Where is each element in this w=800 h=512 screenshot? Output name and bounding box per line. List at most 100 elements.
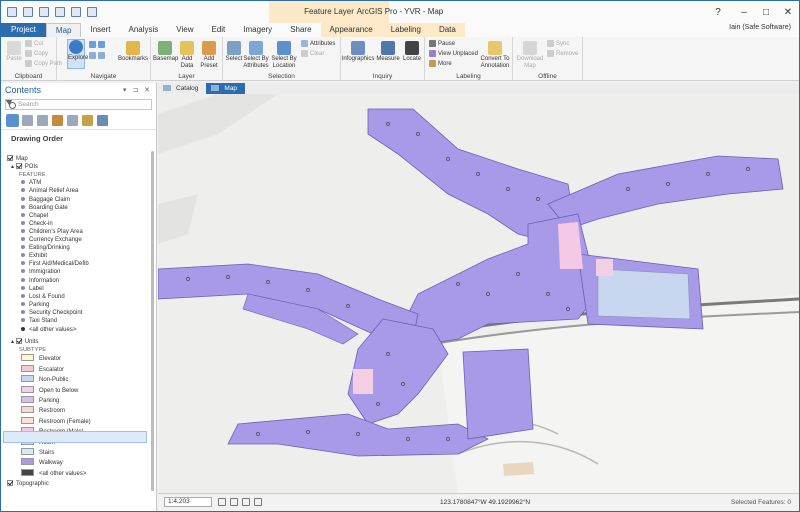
clear-button[interactable]: Clear bbox=[301, 50, 324, 57]
poi-class-item-label: Security Checkpoint bbox=[29, 309, 83, 316]
quick-access-toolbar bbox=[1, 1, 97, 23]
zoom-extent-icon[interactable] bbox=[230, 498, 238, 506]
topographic-checkbox[interactable] bbox=[7, 479, 13, 486]
refresh-icon[interactable] bbox=[254, 498, 262, 506]
select-by-location-button[interactable]: Select By Location bbox=[271, 41, 297, 70]
contents-search-input[interactable]: Search bbox=[5, 99, 152, 110]
back-forward-buttons[interactable] bbox=[89, 52, 105, 59]
poi-class-item: Immigration bbox=[21, 268, 60, 276]
map-node[interactable]: Map bbox=[7, 155, 28, 163]
minimize-icon[interactable]: – bbox=[733, 7, 755, 18]
measure-button[interactable]: Measure bbox=[375, 41, 401, 63]
unit-other-values-label: <all other values> bbox=[39, 470, 87, 477]
maximize-icon[interactable]: □ bbox=[755, 7, 777, 18]
more-button[interactable]: More bbox=[429, 60, 452, 67]
pause-button[interactable]: Pause bbox=[429, 40, 455, 47]
grid-icon[interactable] bbox=[242, 498, 250, 506]
poi-symbol-icon bbox=[21, 245, 25, 250]
add-preset-button[interactable]: Add Preset bbox=[197, 41, 221, 70]
open-project-icon[interactable] bbox=[23, 7, 33, 17]
list-by-charts-icon[interactable] bbox=[97, 115, 108, 126]
list-by-snapping-icon[interactable] bbox=[67, 115, 78, 126]
map-canvas[interactable] bbox=[158, 94, 799, 493]
download-map-button[interactable]: Download Map bbox=[515, 41, 545, 70]
unit-subtype-item-label: Non-Public bbox=[39, 377, 69, 384]
fixed-zoom-buttons[interactable] bbox=[89, 41, 105, 48]
doc-tab-map[interactable]: Map bbox=[206, 83, 246, 94]
help-button[interactable]: ? bbox=[707, 1, 729, 23]
more-icon bbox=[429, 60, 436, 67]
new-project-icon[interactable] bbox=[7, 7, 17, 17]
download-icon bbox=[523, 41, 537, 55]
user-account[interactable]: Iain (Safe Software) bbox=[729, 24, 791, 31]
list-by-source-icon[interactable] bbox=[22, 115, 33, 126]
selection-group-label: Selection bbox=[268, 73, 295, 80]
remove-button[interactable]: Remove bbox=[547, 50, 578, 57]
units-checkbox[interactable] bbox=[15, 338, 22, 345]
convert-label: Convert To Annotation bbox=[480, 56, 510, 69]
tab-appearance[interactable]: Appearance bbox=[320, 23, 382, 37]
selection-group: Select Select By Attributes Select By Lo… bbox=[223, 37, 341, 81]
pois-checkbox[interactable] bbox=[15, 163, 22, 170]
basemap-icon bbox=[158, 41, 172, 55]
unit-subtype-item: Walkway bbox=[21, 458, 63, 466]
undo-icon[interactable] bbox=[55, 7, 65, 17]
convert-to-annotation-button[interactable]: Convert To Annotation bbox=[479, 41, 511, 70]
tab-analysis[interactable]: Analysis bbox=[119, 23, 167, 37]
tab-edit[interactable]: Edit bbox=[202, 23, 234, 37]
tab-imagery[interactable]: Imagery bbox=[234, 23, 281, 37]
attributes-button[interactable]: Attributes bbox=[301, 40, 335, 47]
pois-layer[interactable]: ▴ POIs bbox=[11, 163, 38, 171]
scale-selector[interactable]: 1:4,203 bbox=[164, 497, 212, 507]
select-by-attributes-button[interactable]: Select By Attributes bbox=[243, 41, 269, 70]
paste-button[interactable]: Paste bbox=[5, 41, 23, 63]
topographic-basemap-layer[interactable]: Topographic bbox=[7, 479, 49, 488]
customize-icon[interactable] bbox=[87, 7, 97, 17]
locate-label: Locate bbox=[402, 56, 421, 62]
close-icon[interactable]: ✕ bbox=[777, 7, 799, 18]
copy-button[interactable]: Copy bbox=[25, 50, 48, 57]
navigate-group: Explore Bookmarks Navigate bbox=[57, 37, 151, 81]
map-view[interactable] bbox=[158, 94, 799, 493]
cut-button[interactable]: Cut bbox=[25, 40, 43, 47]
save-icon[interactable] bbox=[39, 7, 49, 17]
tab-data[interactable]: Data bbox=[429, 23, 465, 37]
tab-labeling[interactable]: Labeling bbox=[381, 23, 430, 37]
infographics-button[interactable]: Infographics bbox=[341, 41, 375, 63]
poi-class-item-label: Label bbox=[29, 285, 44, 292]
unit-swatch-icon bbox=[21, 385, 34, 393]
doc-tab-catalog[interactable]: Catalog bbox=[158, 83, 206, 94]
explore-button[interactable]: Explore bbox=[67, 39, 88, 69]
tab-view[interactable]: View bbox=[167, 23, 202, 37]
list-by-labeling-icon[interactable] bbox=[82, 115, 93, 126]
tab-insert[interactable]: Insert bbox=[81, 23, 119, 37]
map-checkbox[interactable] bbox=[7, 155, 13, 161]
contents-scrollbar[interactable] bbox=[151, 151, 154, 491]
list-by-drawing-order-icon[interactable] bbox=[6, 114, 19, 127]
basemap-button[interactable]: Basemap bbox=[153, 41, 178, 63]
redo-icon[interactable] bbox=[71, 7, 81, 17]
unit-subtype-item-label: Stairs bbox=[39, 450, 55, 456]
select-button[interactable]: Select bbox=[225, 41, 243, 63]
tab-share[interactable]: Share bbox=[281, 23, 320, 37]
unit-swatch-icon bbox=[21, 354, 34, 362]
view-unplaced-button[interactable]: View Unplaced bbox=[429, 50, 478, 57]
explore-icon bbox=[69, 40, 83, 54]
lock-scale-icon[interactable] bbox=[218, 498, 226, 506]
list-by-editing-icon[interactable] bbox=[52, 115, 63, 126]
tab-map[interactable]: Map bbox=[45, 23, 82, 37]
add-data-button[interactable]: Add Data bbox=[177, 41, 197, 70]
add-data-icon bbox=[180, 41, 194, 55]
locate-button[interactable]: Locate bbox=[401, 41, 423, 63]
select-icon bbox=[227, 41, 241, 55]
document-tabs: Catalog Map bbox=[158, 83, 799, 94]
sync-button[interactable]: Sync bbox=[547, 40, 569, 47]
navigate-group-label: Navigate bbox=[90, 73, 117, 80]
tab-project[interactable]: Project bbox=[1, 23, 46, 37]
bookmarks-button[interactable]: Bookmarks bbox=[117, 41, 149, 63]
pois-layer-label: POIs bbox=[24, 164, 39, 171]
list-by-selection-icon[interactable] bbox=[37, 115, 48, 126]
units-layer[interactable]: ▴ Units bbox=[11, 338, 38, 346]
paste-icon bbox=[7, 41, 21, 55]
pane-controls[interactable]: ▾ ⊐ ✕ bbox=[123, 86, 152, 94]
